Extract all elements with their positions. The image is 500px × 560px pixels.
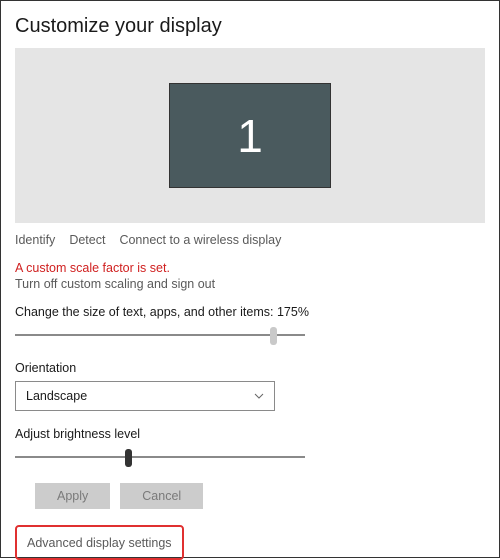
orientation-value: Landscape	[26, 389, 87, 403]
slider-track	[15, 334, 305, 336]
cancel-button[interactable]: Cancel	[120, 483, 203, 509]
advanced-link-highlight: Advanced display settings	[15, 525, 184, 560]
scale-label: Change the size of text, apps, and other…	[15, 305, 485, 319]
orientation-label: Orientation	[15, 361, 485, 375]
slider-thumb[interactable]	[125, 449, 132, 467]
scale-warning: A custom scale factor is set.	[15, 261, 485, 275]
detect-link[interactable]: Detect	[69, 233, 105, 247]
monitor-tile-1[interactable]: 1	[169, 83, 331, 188]
monitor-number: 1	[237, 109, 263, 163]
turn-off-scaling-link[interactable]: Turn off custom scaling and sign out	[15, 277, 485, 291]
display-links-row: Identify Detect Connect to a wireless di…	[15, 233, 485, 247]
apply-button[interactable]: Apply	[35, 483, 110, 509]
slider-thumb[interactable]	[270, 327, 277, 345]
connect-wireless-link[interactable]: Connect to a wireless display	[119, 233, 281, 247]
advanced-display-settings-link[interactable]: Advanced display settings	[27, 536, 172, 550]
slider-track	[15, 456, 305, 458]
orientation-select[interactable]: Landscape	[15, 381, 275, 411]
scale-slider[interactable]	[15, 325, 305, 345]
chevron-down-icon	[254, 391, 264, 401]
page-title: Customize your display	[15, 15, 485, 38]
brightness-slider[interactable]	[15, 447, 305, 467]
button-row: Apply Cancel	[35, 483, 485, 509]
brightness-label: Adjust brightness level	[15, 427, 485, 441]
monitor-preview-area: 1	[15, 48, 485, 223]
identify-link[interactable]: Identify	[15, 233, 55, 247]
